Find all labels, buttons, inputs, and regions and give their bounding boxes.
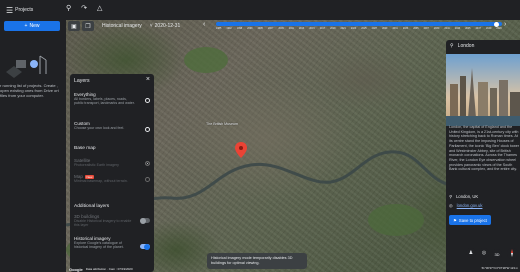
historical-imagery-label: Historical imagery: [102, 23, 142, 29]
card-website[interactable]: ◎ london.gov.uk: [449, 203, 482, 208]
basemap-title: Base map: [74, 146, 96, 151]
timeline-year[interactable]: 2031: [392, 27, 397, 31]
polygon-icon[interactable]: △: [97, 4, 102, 12]
close-icon[interactable]: ×: [146, 76, 150, 83]
empty-projects-illustration: [6, 55, 47, 78]
timeline-year[interactable]: 2023: [351, 27, 356, 31]
timeline-years: 1985 1992 1998 2003 2005 2007 2009 2011 2013 2015…: [216, 27, 502, 31]
my-location-icon[interactable]: ◎: [479, 248, 489, 258]
basemap-map: Map New Minimal basemap, without terrain.: [74, 174, 152, 183]
timeline-year[interactable]: 2007: [268, 27, 273, 31]
plus-icon: +: [24, 23, 28, 29]
greenwich-park: [368, 204, 424, 236]
timeline-year[interactable]: 2043: [455, 27, 460, 31]
historical-imagery-bar: ▣ ❐ Historical imagery ˅ 2020-12-31 ‹ 19…: [66, 20, 506, 32]
layer-historical-imagery[interactable]: Historical imagery Explore Google's cata…: [74, 236, 152, 250]
timeline-year[interactable]: 2035: [413, 27, 418, 31]
toolbar: ⚲ ↷ △: [66, 4, 102, 12]
layer-3d-buildings: 3D buildings Disable Historical imagery …: [74, 214, 152, 228]
timeline-year[interactable]: 2009: [278, 27, 283, 31]
copy-icon[interactable]: ❐: [82, 21, 94, 31]
new-project-button[interactable]: + New: [4, 21, 60, 31]
attribution-text[interactable]: Data attribution · Cam : 07/19/2020: [86, 267, 133, 271]
location-pin[interactable]: [235, 142, 247, 158]
regents-park: [184, 47, 228, 73]
additional-layers-title: Additional layers: [74, 204, 110, 209]
timeline-year[interactable]: 2021: [341, 27, 346, 31]
timeline-year[interactable]: 2027: [372, 27, 377, 31]
timeline-year[interactable]: 2041: [444, 27, 449, 31]
layer-option-everything[interactable]: Everything All borders, labels, places, …: [74, 92, 152, 106]
projects-panel: + New r running list of projects. Create…: [0, 20, 66, 272]
map-label-british-museum: The British Museum: [206, 122, 238, 126]
london-photo: [446, 54, 520, 126]
card-title: London: [457, 43, 475, 49]
radio-map: [145, 177, 150, 182]
camera-icon[interactable]: ▣: [68, 21, 80, 31]
timeline-year[interactable]: 1992: [226, 27, 231, 31]
google-logo: Google: [69, 266, 83, 272]
timeline-slider[interactable]: [216, 22, 502, 27]
pin-icon[interactable]: ⚲: [66, 4, 71, 12]
layers-title: Layers: [74, 78, 90, 84]
card-description: London, the capital of England and the U…: [449, 125, 520, 172]
timeline-year[interactable]: 2025: [361, 27, 366, 31]
layers-panel: Layers × Everything All borders, labels,…: [70, 74, 154, 272]
radio-satellite: [145, 161, 150, 166]
timeline-year[interactable]: 2011: [289, 27, 294, 31]
timeline-year[interactable]: 2015: [309, 27, 314, 31]
timeline-year[interactable]: 2020: [496, 27, 501, 31]
chevron-left-icon[interactable]: ‹: [203, 21, 205, 28]
timeline-year[interactable]: 2047: [476, 27, 481, 31]
compass-icon[interactable]: [507, 248, 518, 259]
globe-icon: ◎: [449, 203, 453, 208]
timeline-year[interactable]: 2029: [382, 27, 387, 31]
street-view-icon[interactable]: ♟: [466, 248, 476, 258]
timeline-year[interactable]: 2003: [247, 27, 252, 31]
timeline-year[interactable]: 2019: [330, 27, 335, 31]
timeline-year[interactable]: 2045: [465, 27, 470, 31]
date-selector[interactable]: ˅ 2020-12-31: [150, 23, 181, 29]
top-bar: ☰ Projects ⚲ ↷ △: [0, 0, 520, 20]
chevron-right-icon[interactable]: ›: [504, 21, 506, 28]
timeline-year[interactable]: 2049: [486, 27, 491, 31]
toggle-3d-buildings: [140, 217, 150, 224]
projects-empty-text: r running list of projects. Create , ope…: [0, 83, 59, 99]
timeline-year[interactable]: 1998: [237, 27, 242, 31]
timeline-year[interactable]: 2033: [403, 27, 408, 31]
app-title: Projects: [15, 7, 34, 13]
card-location: ⚲ London, UK: [449, 194, 479, 199]
path-icon[interactable]: ↷: [81, 4, 87, 12]
timeline-year[interactable]: 2005: [258, 27, 263, 31]
coordinates-readout: 51°30'37"N 0°07'28"W 123 m: [481, 266, 518, 270]
bookmark-icon: ⚑: [453, 217, 457, 223]
menu-icon[interactable]: ☰: [6, 6, 13, 15]
pin-outline-icon: ⚲: [450, 43, 454, 49]
new-badge: New: [84, 174, 94, 179]
place-card: ⚲ London London, the capital of England …: [446, 40, 520, 272]
timeline-year[interactable]: 2039: [434, 27, 439, 31]
toggle-3d-button[interactable]: 3D: [492, 249, 502, 259]
radio-everything[interactable]: [145, 98, 150, 103]
save-to-project-button[interactable]: ⚑ Save to project: [449, 215, 491, 225]
status-bar: Google Data attribution · Cam : 07/19/20…: [66, 266, 446, 272]
timeline-year[interactable]: 2013: [299, 27, 304, 31]
chevron-down-icon: ˅: [149, 23, 153, 29]
timeline-year[interactable]: 2037: [424, 27, 429, 31]
timeline-year[interactable]: 1985: [216, 27, 221, 31]
radio-custom[interactable]: [145, 127, 150, 132]
toggle-historical-imagery[interactable]: [140, 243, 150, 250]
basemap-satellite: Satellite Photorealistic Earth imagery: [74, 158, 152, 167]
timeline-year[interactable]: 2017: [320, 27, 325, 31]
location-icon: ⚲: [449, 194, 453, 199]
layer-option-custom[interactable]: Custom Choose your own look and feel.: [74, 121, 152, 132]
